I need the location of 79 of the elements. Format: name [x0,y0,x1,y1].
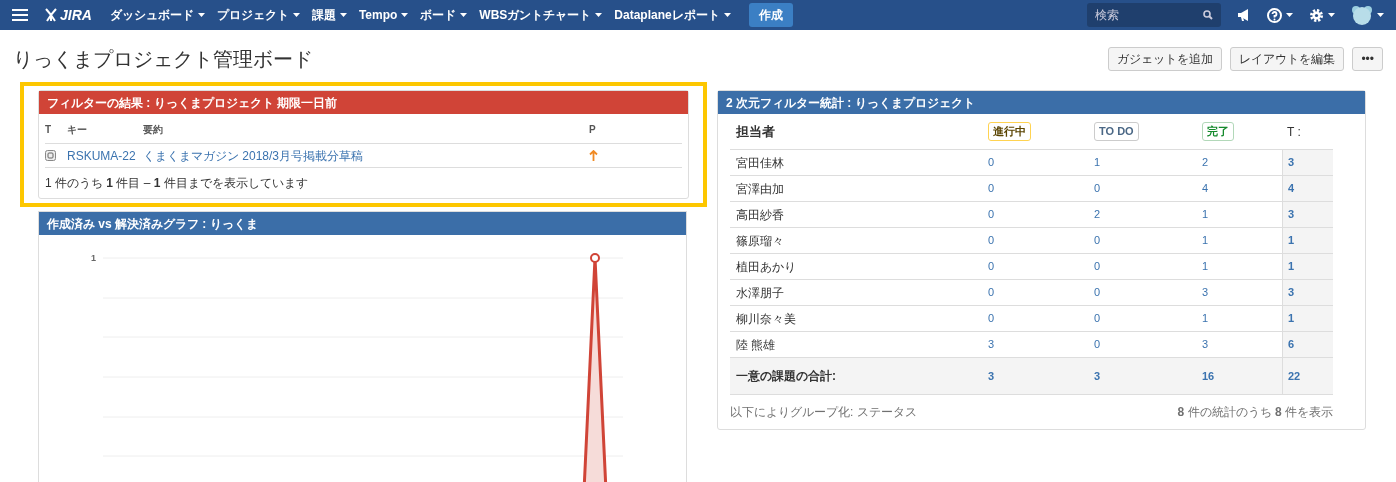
assignee-cell: 宮澤由加 [730,175,988,201]
count-link[interactable]: 3 [988,357,1094,395]
assignee-cell: 篠原瑠々 [730,227,988,253]
count-link[interactable]: 3 [1094,357,1202,395]
total-link[interactable]: 3 [1282,201,1333,227]
search-input[interactable]: 検索 [1095,6,1203,24]
column-header: 要約 [143,123,164,137]
caret-icon [1377,13,1384,17]
gadget-title: 作成済み vs 解決済みグラフ : りっくま [47,215,258,233]
statistics-count-text: 8 件の統計のうち 8 件を表示 [1177,404,1333,421]
count-link[interactable]: 0 [1094,305,1202,331]
search-icon [1203,10,1213,20]
assignee-cell: 水澤朋子 [730,279,988,305]
page-title: りっくまプロジェクト管理ボード [13,47,313,72]
issue-summary-link[interactable]: くまくまマガジン 2018/3月号掲載分草稿 [143,146,589,165]
total-link[interactable]: 4 [1282,175,1333,201]
count-link[interactable]: 0 [1094,279,1202,305]
status-lozenge: 完了 [1202,122,1234,141]
logo-text[interactable]: JIRA [60,4,92,26]
count-link[interactable]: 0 [988,201,1094,227]
toolbar-button[interactable]: ••• [1352,47,1383,71]
count-link[interactable]: 0 [988,305,1094,331]
assignee-cell: 植田あかり [730,253,988,279]
status-lozenge: TO DO [1094,122,1139,141]
nav-menu[interactable]: プロジェクト [210,6,306,24]
count-link[interactable]: 0 [1094,175,1202,201]
caret-icon [1328,13,1335,17]
count-link[interactable]: 1 [1094,149,1202,175]
count-link[interactable]: 0 [988,279,1094,305]
count-link[interactable]: 0 [988,149,1094,175]
settings-icon[interactable] [1309,7,1335,23]
nav-menu[interactable]: ボード [414,6,474,24]
nav-menu[interactable]: Tempo [352,6,415,24]
count-link[interactable]: 0 [988,253,1094,279]
column-header: T [45,123,53,137]
assignee-cell: 柳川奈々美 [730,305,988,331]
create-button[interactable]: 作成 [748,3,793,27]
axis-tick-label: 1 [91,252,96,265]
issue-key-link[interactable]: RSKUMA-22 [67,146,143,165]
assignee-cell: 高田紗香 [730,201,988,227]
search-field[interactable]: 検索 [1087,3,1221,27]
column-header: 担当者 [736,122,775,141]
total-link[interactable]: 1 [1282,305,1333,331]
nav-menu[interactable]: WBSガントチャート [473,6,609,24]
nav-menu[interactable]: 課題 [305,6,353,24]
toolbar-button[interactable]: レイアウトを編集 [1230,47,1345,71]
help-icon[interactable] [1267,7,1293,23]
gadget-title: フィルターの結果 : りっくまプロジェクト 期限一日前 [47,94,337,112]
megaphone-icon[interactable] [1237,8,1251,22]
results-count-text: 1 件のうち 1 件目 – 1 件目までを表示しています [45,175,308,192]
total-link[interactable]: 22 [1282,357,1333,395]
status-lozenge: 進行中 [988,122,1031,141]
nav-menu[interactable]: Dataplaneレポート [608,6,737,24]
total-link[interactable]: 6 [1282,331,1333,357]
logo-icon [44,7,58,23]
caret-icon [1286,13,1293,17]
column-header: キー [67,123,88,137]
grouped-by-text: 以下によりグループ化: ステータス [730,404,917,421]
task-type-icon [45,150,56,161]
nav-menu[interactable]: ダッシュボード [103,6,211,24]
totals-label: 一意の課題の合計: [730,357,988,395]
avatar-icon[interactable] [1351,5,1384,25]
column-header: T : [1286,123,1301,141]
count-link[interactable]: 0 [1094,227,1202,253]
toolbar-button[interactable]: ガジェットを追加 [1108,47,1223,71]
gadget-title: 2 次元フィルター統計 : りっくまプロジェクト [726,94,975,112]
total-link[interactable]: 3 [1282,279,1333,305]
count-link[interactable]: 0 [1094,253,1202,279]
priority-arrow-icon [589,150,598,161]
count-link[interactable]: 2 [1094,201,1202,227]
total-link[interactable]: 1 [1282,227,1333,253]
total-link[interactable]: 3 [1282,149,1333,175]
count-link[interactable]: 0 [988,227,1094,253]
count-link[interactable]: 16 [1202,357,1282,395]
count-link[interactable]: 0 [988,175,1094,201]
total-link[interactable]: 1 [1282,253,1333,279]
column-header: P [589,123,596,137]
assignee-cell: 宮田佳林 [730,149,988,175]
menu-icon[interactable] [12,9,28,21]
